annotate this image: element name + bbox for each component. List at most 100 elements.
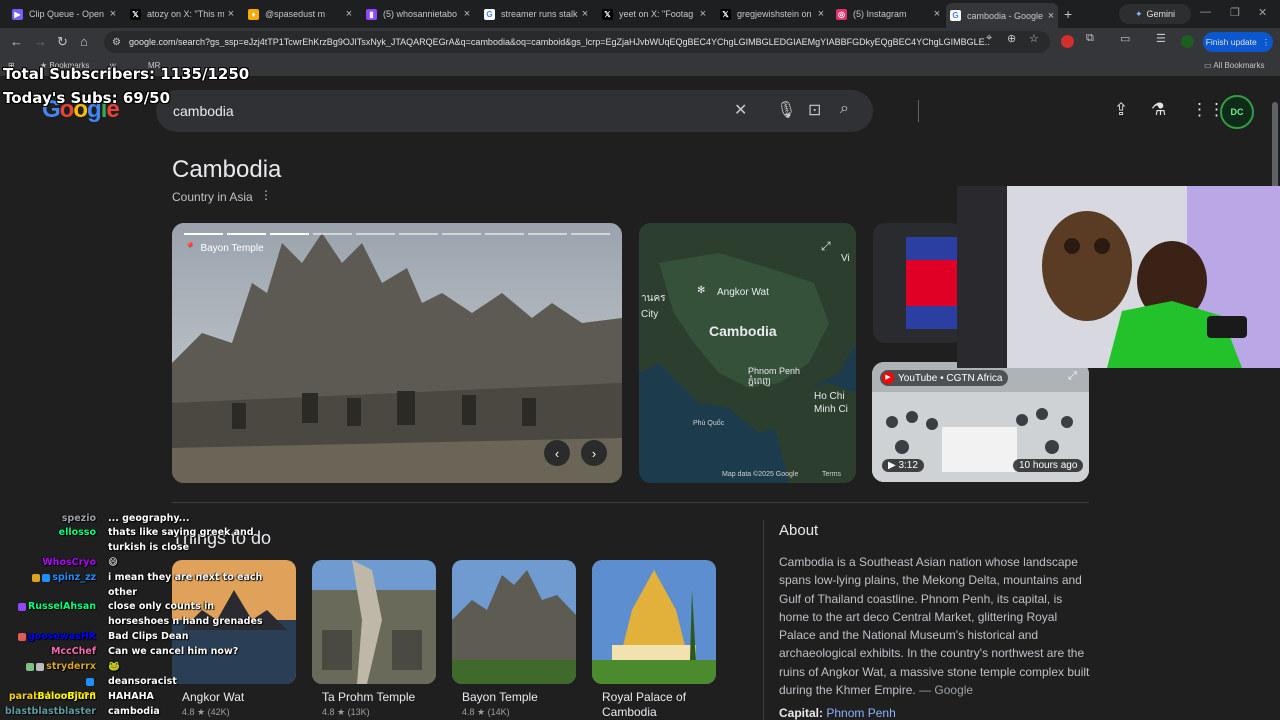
new-tab-icon[interactable]: + (1064, 6, 1072, 22)
extensions-puzzle-icon[interactable]: ⧉ (1086, 32, 1094, 45)
bayon-temple-photo[interactable]: 📍 Bayon Temple ‹ › (172, 223, 622, 483)
tab-atozy[interactable]: 𝕏 atozy on X: "This m × (126, 4, 238, 24)
map-illustration (639, 223, 856, 483)
chat-text: 🐸 (108, 661, 120, 672)
tab-whosannietabo[interactable]: ▮ (5) whosannietabo × (362, 4, 474, 24)
chat-username: BalooBjurn (37, 691, 96, 702)
tab-clip-queue[interactable]: ▶ Clip Queue - Open × (8, 4, 120, 24)
url-text[interactable]: google.com/search?gs_ssp=eJzj4tTP1TcwrEh… (129, 37, 989, 47)
capital-link[interactable]: Phnom Penh (826, 706, 895, 720)
browser-toolbar: ← → ↻ ⌂ ⚙ google.com/search?gs_ssp=eJzj4… (0, 28, 1280, 56)
carousel-next-button[interactable]: › (581, 440, 607, 466)
expand-video-icon[interactable]: ⤢ (1068, 370, 1077, 383)
knowledge-panel-subtitle: Country in Asia (172, 190, 253, 204)
reading-list-icon[interactable]: ☰ (1156, 32, 1166, 45)
profile-icon[interactable] (1181, 35, 1194, 48)
reload-icon[interactable]: ↻ (57, 34, 68, 50)
search-icon[interactable]: ⌕ (840, 100, 849, 118)
finish-update-button[interactable]: Finish update ⋮ (1203, 32, 1273, 52)
account-avatar[interactable]: DC (1220, 95, 1254, 129)
subscriber-badge-icon (32, 573, 41, 582)
labs-flask-icon[interactable]: ⚗ (1151, 100, 1166, 120)
chat-text: ... geography... (108, 513, 190, 524)
home-icon[interactable]: ⌂ (80, 34, 88, 49)
place-card-bayon-temple[interactable]: Bayon Temple 4.8 ★ (14K) (452, 560, 576, 720)
place-card-ta-prohm[interactable]: Ta Prohm Temple 4.8 ★ (13K) (312, 560, 436, 720)
zoom-icon[interactable]: ⊕ (1007, 32, 1016, 45)
minimize-icon[interactable]: — (1200, 6, 1211, 18)
close-tab-icon[interactable]: × (1044, 10, 1058, 22)
clear-search-icon[interactable]: ✕ (734, 100, 747, 120)
site-info-icon[interactable]: ⚙ (112, 37, 121, 48)
carousel-prev-button[interactable]: ‹ (544, 440, 570, 466)
close-window-icon[interactable]: ✕ (1258, 6, 1267, 19)
tab-gregjewishstein[interactable]: 𝕏 gregjewishstein on × (716, 4, 828, 24)
tab-title: streamer runs stalk (501, 9, 578, 19)
expand-map-icon[interactable]: ⤢ (821, 239, 831, 254)
video-age: 10 hours ago (1013, 459, 1084, 472)
tab-streamer-runs[interactable]: G streamer runs stalk × (480, 4, 592, 24)
map-label-ho-chi-minh: Ho Chi (814, 391, 845, 402)
cambodia-map[interactable]: านคร City Vi ✻ Angkor Wat Cambodia Phnom… (639, 223, 856, 483)
bits-badge-icon (36, 662, 45, 671)
bookmark-star-icon[interactable]: ☆ (1029, 32, 1039, 45)
video-result-card[interactable]: ▶ YouTube • CGTN Africa ⤢ ▶ 3:12 10 hour… (872, 362, 1089, 482)
capital-fact: Capital: Phnom Penh (779, 706, 896, 720)
close-tab-icon[interactable]: × (224, 8, 238, 20)
place-name: Bayon Temple (462, 690, 538, 704)
column-divider (763, 520, 764, 720)
share-icon[interactable]: ⇪ (1114, 100, 1128, 120)
google-icon: G (950, 10, 961, 21)
close-tab-icon[interactable]: × (106, 8, 120, 20)
place-image (452, 560, 576, 684)
close-tab-icon[interactable]: × (814, 8, 828, 20)
voice-search-icon[interactable]: 🎙 (776, 100, 796, 120)
close-tab-icon[interactable]: × (578, 8, 592, 20)
address-bar[interactable]: ⚙ google.com/search?gs_ssp=eJzj4tTP1Tcwr… (104, 31, 1050, 53)
map-label-angkor-wat: Angkor Wat (717, 287, 769, 298)
search-box: ✕ 🎙 ⊡ ⌕ (156, 90, 919, 132)
extension-icon[interactable] (1061, 35, 1074, 48)
prime-badge-icon (42, 573, 51, 582)
place-card-royal-palace[interactable]: Royal Palace of Cambodia (592, 560, 716, 720)
map-terms-link[interactable]: Terms (822, 471, 841, 478)
cambodia-flag-image[interactable] (873, 223, 963, 343)
instagram-icon: ◎ (836, 8, 847, 20)
tab-title: (5) Instagram (853, 9, 907, 19)
gemini-icon: ✦ (1134, 8, 1143, 19)
map-label-city: City (641, 309, 659, 320)
page-scrollbar[interactable] (1272, 102, 1278, 192)
youtube-icon: ▶ (882, 372, 894, 384)
tab-title: gregjewishstein on (737, 9, 812, 19)
tab-spasedust[interactable]: ♦ @spasedust m × (244, 4, 356, 24)
forward-icon[interactable]: → (34, 34, 47, 49)
place-name: Royal Palace of Cambodia (602, 690, 687, 719)
video-duration: ▶ 3:12 (882, 459, 924, 472)
back-icon[interactable]: ← (10, 34, 23, 49)
search-input[interactable] (173, 100, 713, 122)
tab-yeet[interactable]: 𝕏 yeet on X: "Footag × (598, 4, 710, 24)
tab-instagram[interactable]: ◎ (5) Instagram × (832, 4, 944, 24)
carousel-progress (184, 233, 610, 235)
capital-label: Capital: (779, 706, 824, 720)
twitch-icon: ▮ (366, 8, 377, 20)
tab-cambodia-google[interactable]: G cambodia - Google × (946, 3, 1058, 28)
place-rating: 4.8 ★ (14K) (462, 707, 510, 717)
tab-title: atozy on X: "This m (147, 9, 224, 19)
close-tab-icon[interactable]: × (696, 8, 710, 20)
google-icon: G (484, 8, 495, 20)
more-options-icon[interactable]: ⋮ (260, 188, 272, 202)
all-bookmarks[interactable]: ▭ All Bookmarks (1204, 61, 1264, 70)
lens-search-icon[interactable]: ⊡ (808, 100, 821, 120)
chat-message: spinz_zz i mean they are next to each ot… (0, 571, 270, 598)
close-tab-icon[interactable]: × (930, 8, 944, 20)
prime-badge-icon (86, 677, 94, 686)
maximize-icon[interactable]: ❐ (1230, 6, 1240, 19)
gemini-button[interactable]: ✦ Gemini (1119, 4, 1191, 24)
side-panel-icon[interactable]: ▭ (1120, 32, 1130, 45)
location-icon[interactable]: ⌖ (986, 32, 992, 45)
chat-username: goosewasHR (27, 631, 96, 642)
more-menu-icon: ⋮ (1261, 36, 1271, 47)
close-tab-icon[interactable]: × (460, 8, 474, 20)
close-tab-icon[interactable]: × (342, 8, 356, 20)
